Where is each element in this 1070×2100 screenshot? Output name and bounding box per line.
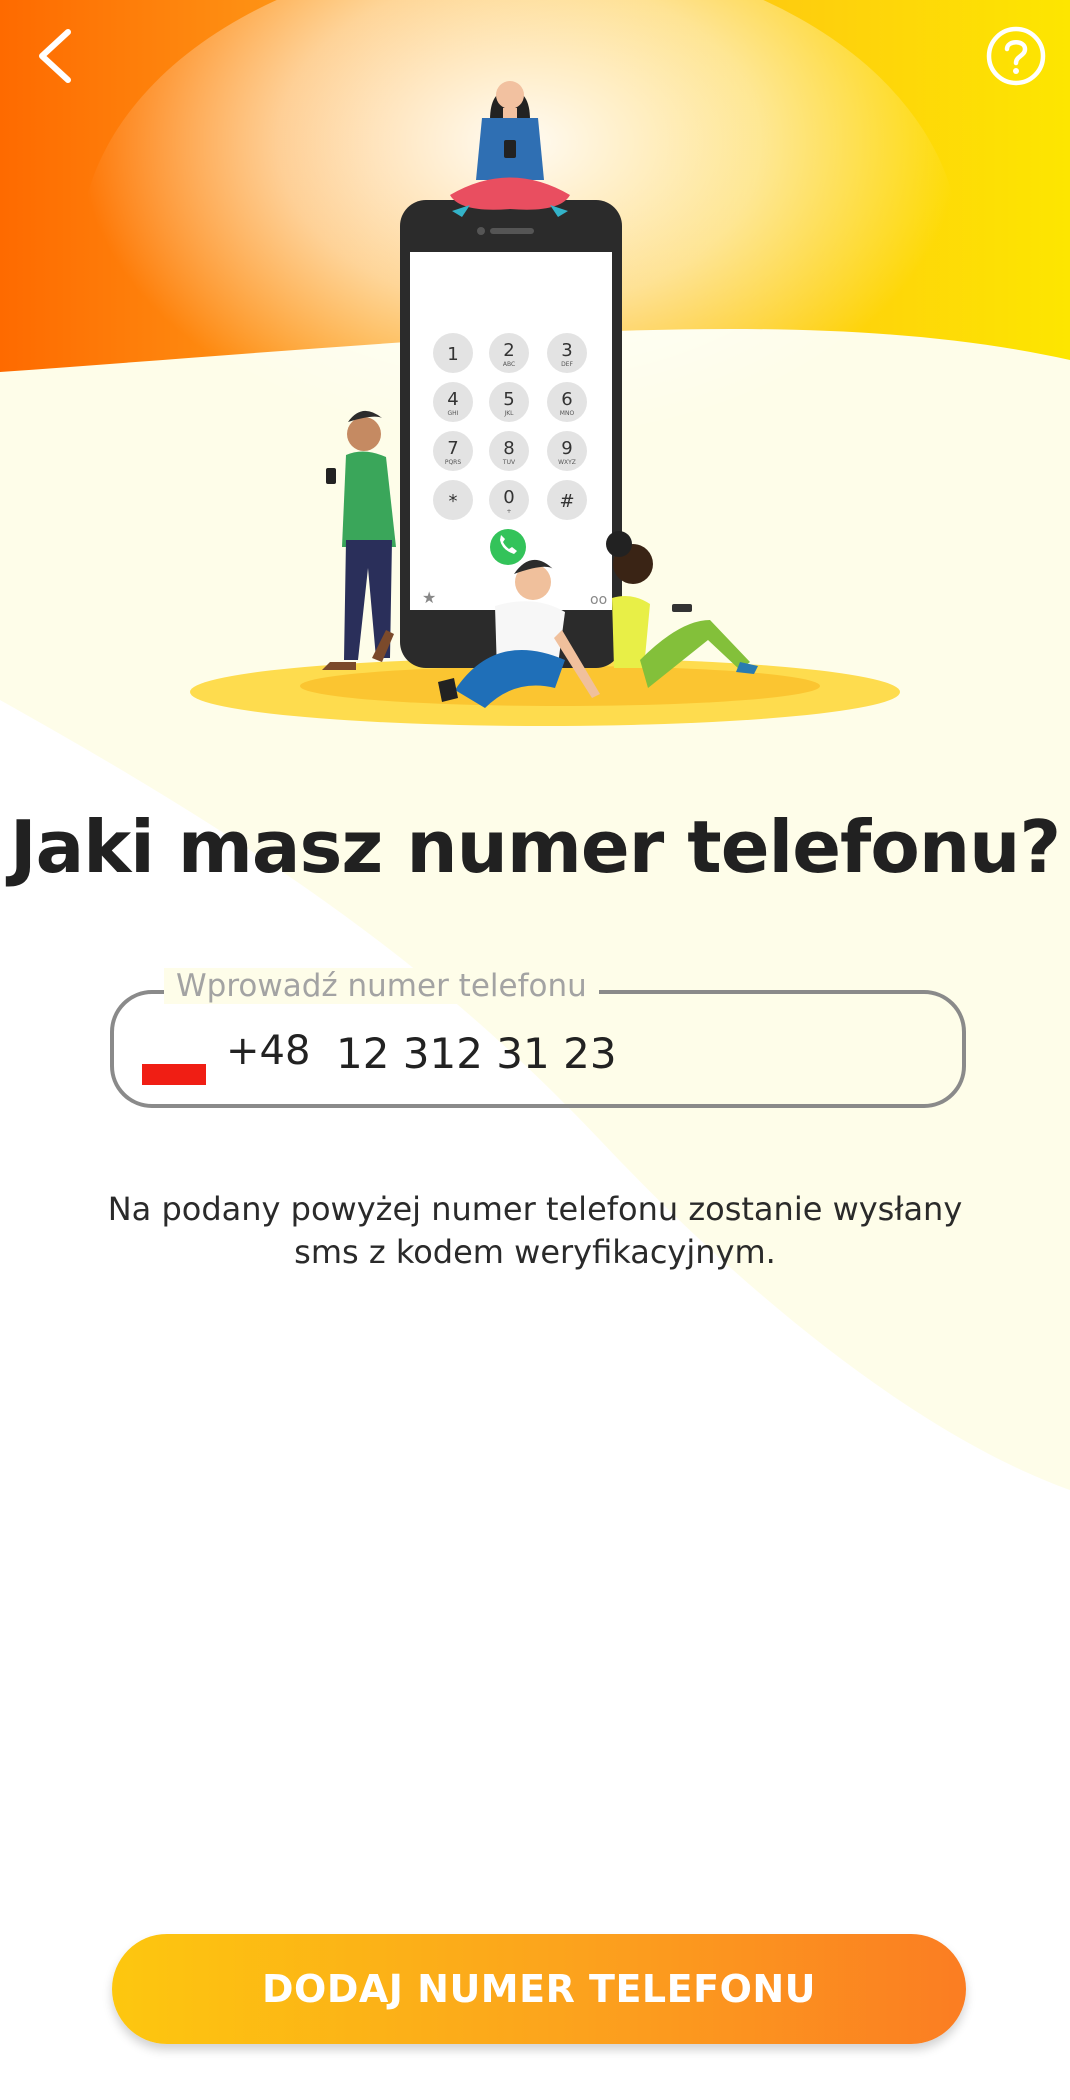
dialer-key: * [433,480,473,520]
svg-text:JKL: JKL [503,410,514,417]
sms-info-text: Na podany powyżej numer telefonu zostani… [107,1190,963,1271]
svg-text:2: 2 [503,340,514,361]
svg-text:oo: oo [590,592,607,608]
dialer-key: 2ABC [489,333,529,373]
svg-text:8: 8 [503,438,514,459]
dialer-key: 0+ [489,480,529,520]
svg-text:GHI: GHI [448,410,459,417]
svg-text:5: 5 [503,389,514,410]
svg-text:*: * [449,491,458,512]
dialer-key: 8TUV [489,431,529,471]
standing-man-figure [322,410,396,670]
dialer-key: 6MNO [547,382,587,422]
svg-text:ABC: ABC [503,361,515,368]
dialer-key: 5JKL [489,382,529,422]
dialer-key: # [547,480,587,520]
svg-text:9: 9 [561,438,572,459]
phone-field-label: Wprowadź numer telefonu [164,968,599,1004]
svg-text:TUV: TUV [502,459,516,466]
svg-text:★: ★ [422,588,436,607]
dialer-key: 9WXYZ [547,431,587,471]
dialer-key: 7PQRS [433,431,473,471]
svg-text:PQRS: PQRS [445,459,462,466]
svg-text:0: 0 [503,487,514,508]
woman-on-top-figure [450,81,570,217]
phone-number-input[interactable] [334,1022,898,1084]
phone-illustration: 1 2ABC3DEF4GHI5JKL6MNO7PQRS8TUV9WXYZ* 0+ # … [400,200,622,668]
poland-flag-icon[interactable] [142,1043,206,1085]
svg-text:WXYZ: WXYZ [558,459,576,466]
svg-text:6: 6 [561,389,572,410]
svg-text:+: + [506,508,511,515]
country-code[interactable]: +48 [226,1028,310,1074]
svg-text:3: 3 [561,340,572,361]
dialer-key: 1 [433,333,473,373]
dialer-key: 3DEF [547,333,587,373]
svg-text:1: 1 [447,344,458,365]
svg-text:7: 7 [447,438,458,459]
svg-text:4: 4 [447,389,458,410]
svg-text:#: # [559,491,574,512]
page-title: Jaki masz numer telefonu? [9,805,1061,889]
svg-text:DEF: DEF [561,361,573,368]
hero-illustration: 1 2ABC3DEF4GHI5JKL6MNO7PQRS8TUV9WXYZ* 0+ # … [190,81,900,726]
add-phone-number-button[interactable]: DODAJ NUMER TELEFONU [112,1934,966,2044]
phone-number-field[interactable]: Wprowadź numer telefonu +48 [110,968,966,1108]
svg-text:MNO: MNO [560,410,575,417]
dialer-key: 4GHI [433,382,473,422]
